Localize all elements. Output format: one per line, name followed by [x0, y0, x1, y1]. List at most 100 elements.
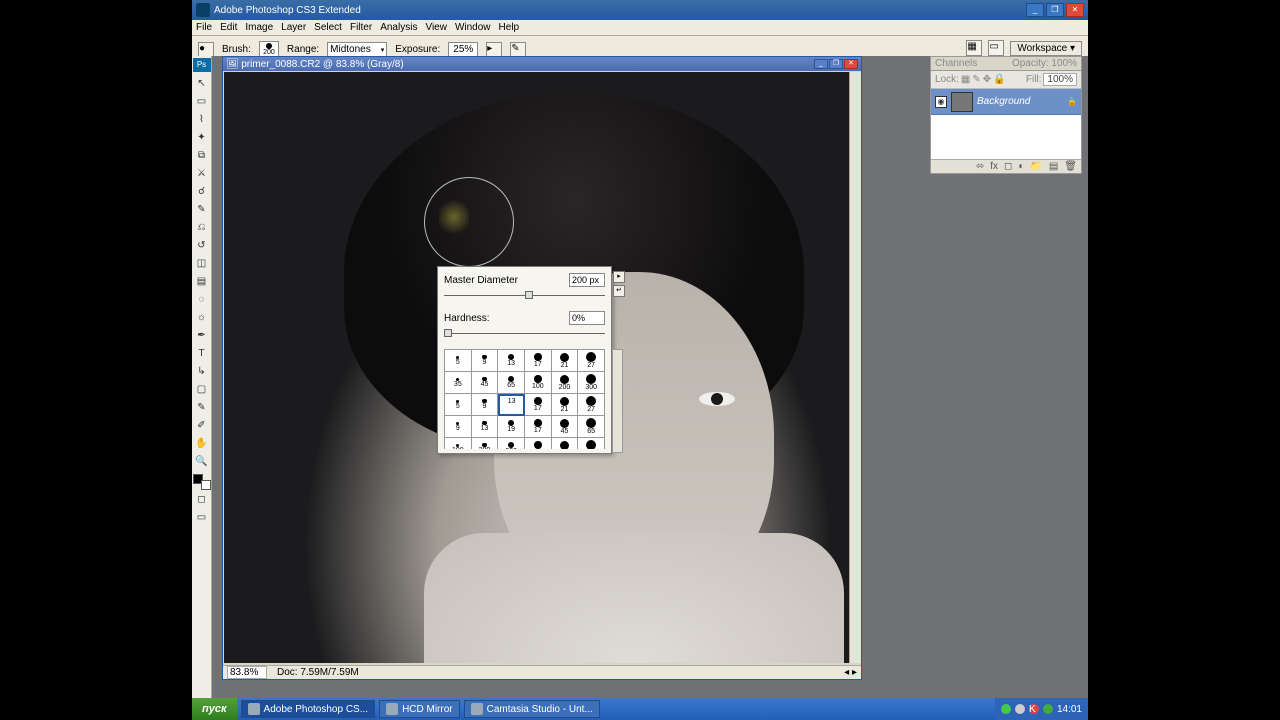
- brush-preset-cell[interactable]: 5: [445, 394, 472, 416]
- stamp-tool[interactable]: ⎌: [193, 218, 211, 236]
- menu-window[interactable]: Window: [455, 22, 491, 33]
- brush-preset-cell[interactable]: 17: [525, 394, 552, 416]
- move-tool[interactable]: ↖: [193, 74, 211, 92]
- layer-group-icon[interactable]: 📁: [1030, 161, 1042, 172]
- lock-position-icon[interactable]: ✥: [983, 74, 991, 85]
- brush-preset-cell[interactable]: 24: [552, 438, 579, 449]
- lock-pixels-icon[interactable]: ✎: [972, 74, 980, 85]
- menu-filter[interactable]: Filter: [350, 22, 372, 33]
- visibility-eye-icon[interactable]: [935, 96, 947, 108]
- brush-preset-cell[interactable]: 13: [498, 394, 525, 416]
- brush-preset-cell[interactable]: 17: [525, 416, 552, 438]
- brush-preset-cell[interactable]: 200: [472, 438, 499, 449]
- taskbar-task[interactable]: HCD Mirror: [379, 700, 460, 718]
- notes-tool[interactable]: ✎: [193, 398, 211, 416]
- brush-popup-flyout-icon[interactable]: ▸: [613, 271, 625, 283]
- new-layer-icon[interactable]: ▤: [1049, 161, 1058, 172]
- fill-value-field[interactable]: 100%: [1043, 73, 1077, 86]
- brush-tool[interactable]: ✎: [193, 200, 211, 218]
- brush-new-preset-icon[interactable]: ↵: [613, 285, 625, 297]
- delete-layer-icon[interactable]: 🗑: [1064, 161, 1077, 172]
- brush-preset-cell[interactable]: 14: [525, 438, 552, 449]
- menu-layer[interactable]: Layer: [281, 22, 306, 33]
- lasso-tool[interactable]: ⌇: [193, 110, 211, 128]
- link-layers-icon[interactable]: ⬄: [976, 161, 984, 172]
- menu-view[interactable]: View: [425, 22, 447, 33]
- system-tray[interactable]: K 14:01: [995, 698, 1088, 720]
- wand-tool[interactable]: ✦: [193, 128, 211, 146]
- vertical-scrollbar[interactable]: [849, 72, 861, 663]
- blur-tool[interactable]: ◌: [193, 290, 211, 308]
- lock-transparent-icon[interactable]: ▦: [961, 74, 970, 85]
- tray-icon[interactable]: [1043, 704, 1053, 714]
- hardness-input[interactable]: [569, 311, 605, 325]
- zoom-field[interactable]: 83.8%: [227, 666, 267, 679]
- brush-grid-scrollbar[interactable]: [612, 349, 623, 453]
- brush-preset-cell[interactable]: 27: [578, 350, 605, 372]
- brush-preset-cell[interactable]: 19: [498, 416, 525, 438]
- hand-tool[interactable]: ✋: [193, 434, 211, 452]
- brush-preset-cell[interactable]: 27: [578, 394, 605, 416]
- brush-preset-cell[interactable]: 21: [552, 350, 579, 372]
- brush-preset-cell[interactable]: 300: [498, 438, 525, 449]
- color-swatches[interactable]: [193, 474, 211, 490]
- panel-tab-dim[interactable]: Channels: [935, 58, 977, 69]
- layers-empty-area[interactable]: [931, 115, 1081, 159]
- brush-preset-cell[interactable]: 65: [578, 416, 605, 438]
- path-tool[interactable]: ↳: [193, 362, 211, 380]
- menu-file[interactable]: File: [196, 22, 212, 33]
- start-button[interactable]: пуск: [192, 698, 237, 720]
- brush-preset-cell[interactable]: 100: [445, 438, 472, 449]
- brush-preset-cell[interactable]: 300: [578, 372, 605, 394]
- screen-mode-icon[interactable]: ▭: [988, 40, 1004, 56]
- eyedrop-tool[interactable]: ✐: [193, 416, 211, 434]
- doc-maximize-button[interactable]: ❐: [829, 59, 843, 69]
- brush-preset-cell[interactable]: 13: [472, 416, 499, 438]
- crop-tool[interactable]: ⧉: [193, 146, 211, 164]
- brush-preset-cell[interactable]: 17: [525, 350, 552, 372]
- tray-kaspersky-icon[interactable]: K: [1029, 704, 1039, 714]
- layer-style-icon[interactable]: fx: [990, 161, 998, 172]
- minimize-button[interactable]: _: [1026, 3, 1044, 17]
- workspace-menu[interactable]: Workspace ▾: [1010, 41, 1082, 56]
- brush-preset-cell[interactable]: 45: [552, 416, 579, 438]
- hardness-slider[interactable]: [444, 329, 605, 339]
- tray-icon[interactable]: [1015, 704, 1025, 714]
- brush-preset-cell[interactable]: 9: [472, 350, 499, 372]
- master-diameter-slider[interactable]: [444, 291, 605, 301]
- eraser-tool[interactable]: ◫: [193, 254, 211, 272]
- background-swatch[interactable]: [201, 480, 211, 490]
- menu-image[interactable]: Image: [245, 22, 273, 33]
- brush-preset-cell[interactable]: 100: [525, 372, 552, 394]
- brush-preset-cell[interactable]: 5: [445, 350, 472, 372]
- quick-mask-icon[interactable]: ◻: [193, 490, 211, 508]
- brush-preset-cell[interactable]: 21: [552, 394, 579, 416]
- dodge-tool[interactable]: ☼: [193, 308, 211, 326]
- goto-bridge-icon[interactable]: ▦: [966, 40, 982, 56]
- lock-all-icon[interactable]: 🔒: [993, 74, 1005, 85]
- screenmode-tool-icon[interactable]: ▭: [193, 508, 211, 526]
- maximize-button[interactable]: ❐: [1046, 3, 1064, 17]
- adjustment-layer-icon[interactable]: ◐: [1018, 161, 1024, 172]
- doc-minimize-button[interactable]: _: [814, 59, 828, 69]
- close-button[interactable]: ✕: [1066, 3, 1084, 17]
- brush-preset-cell[interactable]: 45: [472, 372, 499, 394]
- brush-preset-cell[interactable]: 9: [472, 394, 499, 416]
- master-diameter-input[interactable]: [569, 273, 605, 287]
- gradient-tool[interactable]: ▤: [193, 272, 211, 290]
- menu-edit[interactable]: Edit: [220, 22, 237, 33]
- type-tool[interactable]: T: [193, 344, 211, 362]
- layer-row[interactable]: Background 🔒: [931, 89, 1081, 115]
- brush-preset-cell[interactable]: 65: [498, 372, 525, 394]
- menu-select[interactable]: Select: [314, 22, 342, 33]
- tray-icon[interactable]: [1001, 704, 1011, 714]
- brush-preset-cell[interactable]: 200: [552, 372, 579, 394]
- zoom-tool[interactable]: 🔍: [193, 452, 211, 470]
- layer-mask-icon[interactable]: ◻: [1004, 161, 1012, 172]
- healing-tool[interactable]: ☌: [193, 182, 211, 200]
- brush-preset-cell[interactable]: 9: [445, 416, 472, 438]
- brush-preset-cell[interactable]: 35: [445, 372, 472, 394]
- slice-tool[interactable]: ⚔: [193, 164, 211, 182]
- pen-tool[interactable]: ✒: [193, 326, 211, 344]
- brush-preset-cell[interactable]: 13: [498, 350, 525, 372]
